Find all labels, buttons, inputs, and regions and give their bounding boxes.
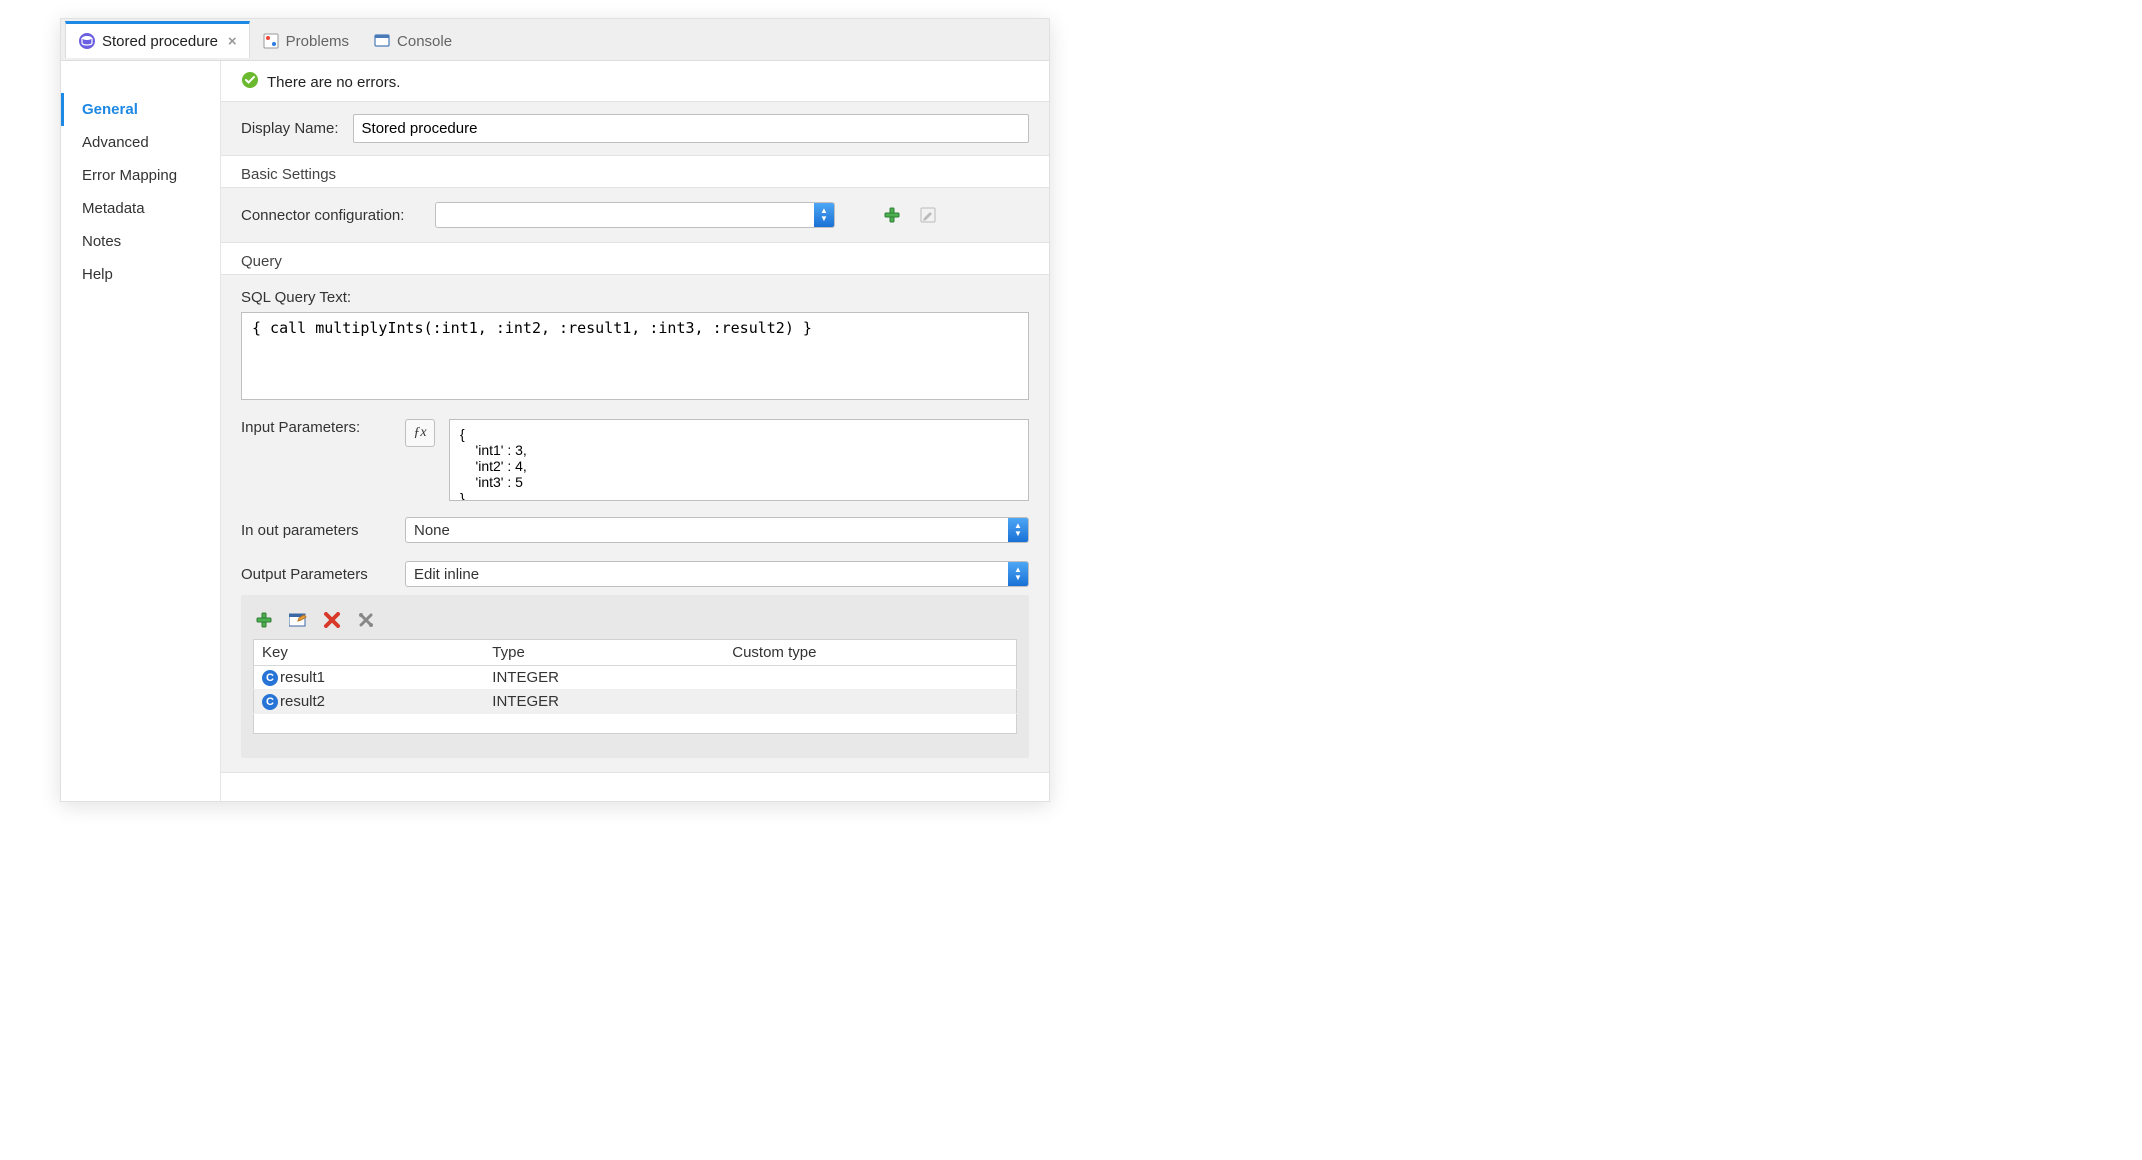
input-params-label: Input Parameters:: [241, 419, 391, 436]
close-icon[interactable]: ×: [228, 33, 237, 50]
tab-bar: Stored procedure × Problems Console: [61, 19, 1049, 61]
cell-type: INTEGER: [484, 666, 724, 690]
output-params-table: Key Type Custom type Cresult1 INTEGER: [253, 639, 1017, 734]
tab-console[interactable]: Console: [361, 21, 464, 58]
cell-custom: [724, 690, 1016, 714]
input-params-input[interactable]: [449, 419, 1029, 501]
sql-query-input[interactable]: [241, 312, 1029, 400]
add-icon[interactable]: [881, 204, 903, 226]
chevron-updown-icon: ▲▼: [1008, 562, 1028, 586]
query-heading: Query: [221, 243, 1049, 274]
editor-window: Stored procedure × Problems Console Gene…: [60, 18, 1050, 802]
cell-custom: [724, 666, 1016, 690]
stored-procedure-icon: [78, 32, 96, 50]
edit-icon[interactable]: [917, 204, 939, 226]
fx-button[interactable]: ƒx: [405, 419, 435, 447]
console-icon: [373, 32, 391, 50]
column-icon: C: [262, 694, 278, 710]
main-panel: There are no errors. Display Name: Basic…: [221, 61, 1049, 801]
col-key: Key: [254, 640, 485, 666]
sidebar: General Advanced Error Mapping Metadata …: [61, 61, 221, 801]
connector-config-select[interactable]: ▲▼: [435, 202, 835, 228]
table-row-empty: [254, 714, 1017, 734]
error-status: There are no errors.: [221, 61, 1049, 101]
inout-params-label: In out parameters: [241, 522, 391, 539]
sidebar-item-advanced[interactable]: Advanced: [61, 126, 220, 159]
sidebar-item-general[interactable]: General: [61, 93, 220, 126]
basic-settings-heading: Basic Settings: [221, 156, 1049, 187]
output-params-label: Output Parameters: [241, 566, 391, 583]
sidebar-item-metadata[interactable]: Metadata: [61, 192, 220, 225]
sidebar-item-notes[interactable]: Notes: [61, 225, 220, 258]
tab-problems[interactable]: Problems: [250, 21, 361, 58]
edit-row-icon[interactable]: [287, 609, 309, 631]
status-text: There are no errors.: [267, 74, 400, 91]
output-params-toolbar: [253, 605, 1017, 639]
sql-query-label: SQL Query Text:: [241, 289, 1029, 306]
query-body: SQL Query Text: Input Parameters: ƒx In …: [221, 274, 1049, 773]
col-custom: Custom type: [724, 640, 1016, 666]
tab-label: Stored procedure: [102, 33, 218, 50]
column-icon: C: [262, 670, 278, 686]
tab-stored-procedure[interactable]: Stored procedure ×: [65, 21, 250, 58]
cell-key: result2: [280, 693, 325, 710]
sidebar-item-help[interactable]: Help: [61, 258, 220, 291]
inout-params-value: None: [406, 522, 1008, 539]
problems-icon: [262, 32, 280, 50]
cell-type: INTEGER: [484, 690, 724, 714]
table-row[interactable]: Cresult1 INTEGER: [254, 666, 1017, 690]
check-icon: [241, 71, 259, 93]
basic-settings-body: Connector configuration: ▲▼: [221, 187, 1049, 243]
output-params-select[interactable]: Edit inline ▲▼: [405, 561, 1029, 587]
output-params-panel: Key Type Custom type Cresult1 INTEGER: [241, 595, 1029, 758]
add-row-icon[interactable]: [253, 609, 275, 631]
display-name-label: Display Name:: [241, 120, 339, 137]
col-type: Type: [484, 640, 724, 666]
output-params-value: Edit inline: [406, 566, 1008, 583]
tab-label: Console: [397, 33, 452, 50]
display-name-input[interactable]: [353, 114, 1029, 143]
sidebar-item-error-mapping[interactable]: Error Mapping: [61, 159, 220, 192]
tools-icon[interactable]: [355, 609, 377, 631]
cell-key: result1: [280, 669, 325, 686]
chevron-updown-icon: ▲▼: [814, 203, 834, 227]
chevron-updown-icon: ▲▼: [1008, 518, 1028, 542]
tab-label: Problems: [286, 33, 349, 50]
table-row[interactable]: Cresult2 INTEGER: [254, 690, 1017, 714]
delete-row-icon[interactable]: [321, 609, 343, 631]
inout-params-select[interactable]: None ▲▼: [405, 517, 1029, 543]
connector-config-label: Connector configuration:: [241, 207, 421, 224]
display-name-panel: Display Name:: [221, 101, 1049, 156]
